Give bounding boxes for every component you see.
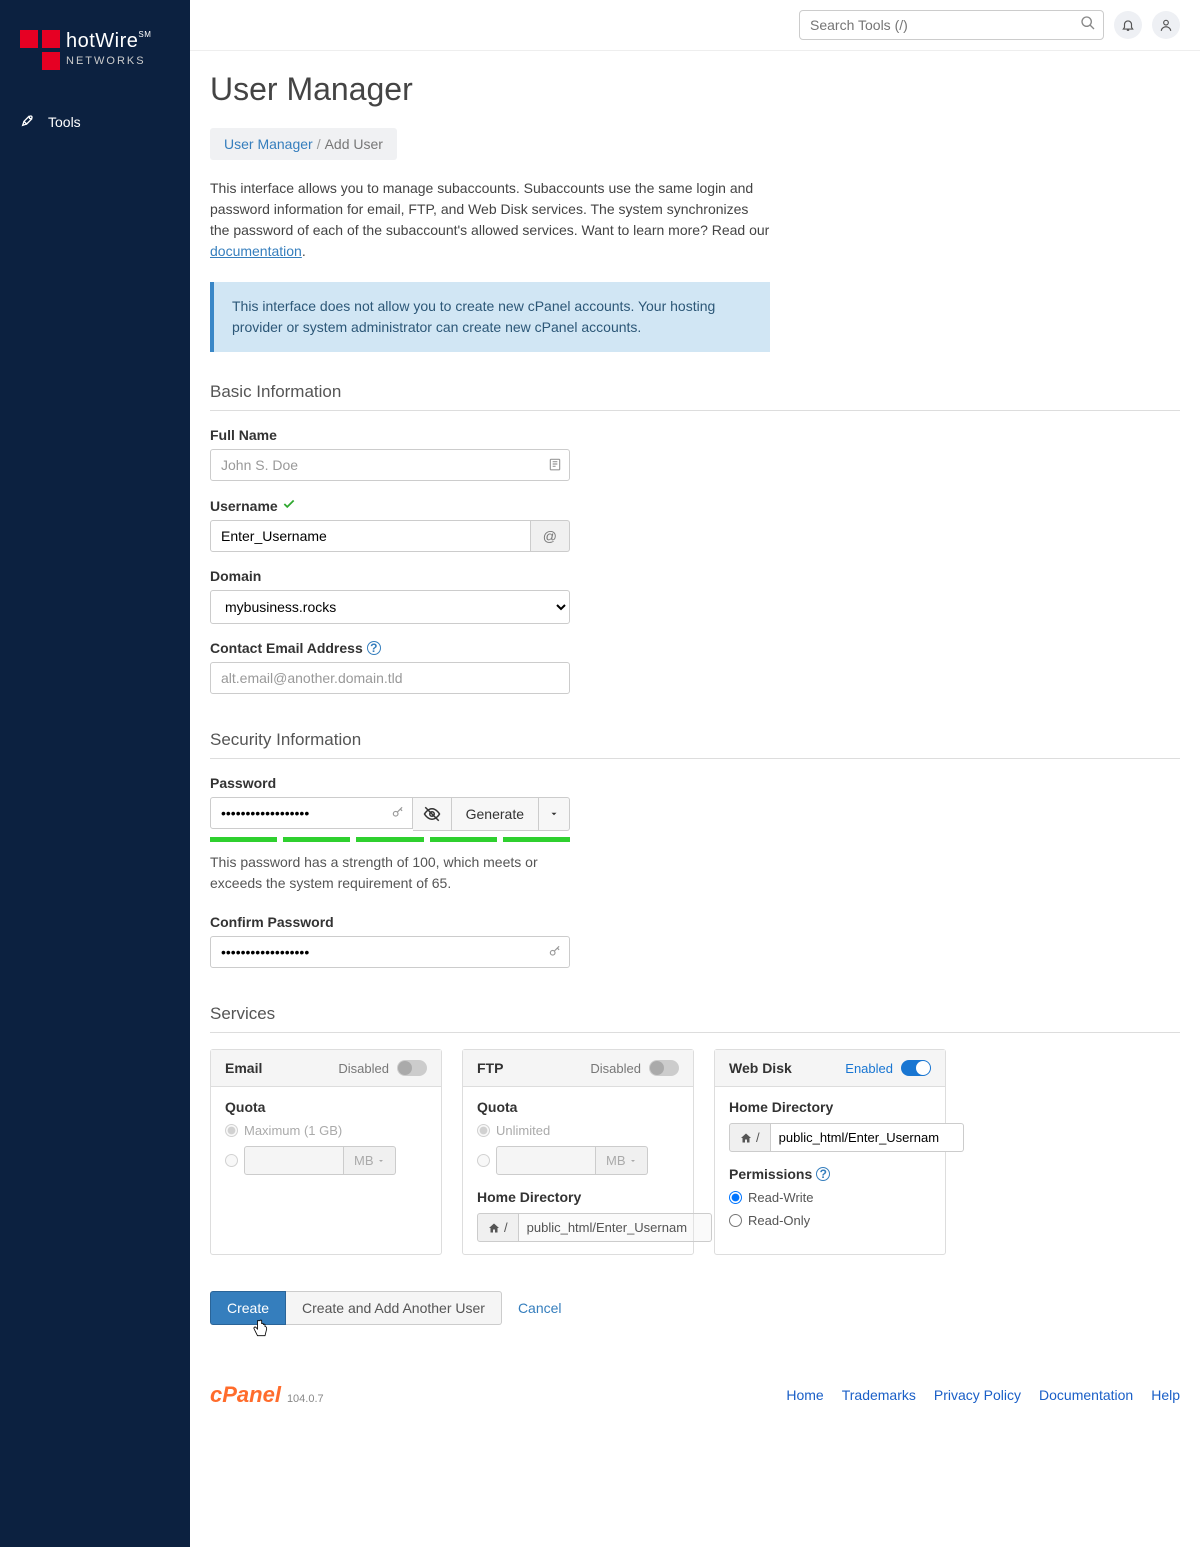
bottom-footer: cPanel 104.0.7 Home Trademarks Privacy P… xyxy=(210,1372,1180,1408)
user-menu-button[interactable] xyxy=(1152,11,1180,39)
domain-label: Domain xyxy=(210,568,570,584)
brand-logo: hotWireSM NETWORKS xyxy=(0,30,190,100)
home-icon xyxy=(740,1132,752,1144)
full-name-label: Full Name xyxy=(210,427,570,443)
password-strength-bar xyxy=(210,837,570,842)
webdisk-home-prefix: / xyxy=(729,1123,771,1152)
caret-down-icon xyxy=(549,809,559,819)
webdisk-perms-label: Permissions xyxy=(729,1166,812,1182)
ftp-home-prefix: / xyxy=(477,1213,519,1242)
email-quota-unit: MB xyxy=(344,1146,396,1175)
username-input[interactable] xyxy=(210,520,531,552)
footer-link-home[interactable]: Home xyxy=(786,1387,823,1403)
ftp-quota-custom-radio xyxy=(477,1154,490,1167)
domain-select[interactable]: mybusiness.rocks xyxy=(210,590,570,624)
ftp-home-input xyxy=(519,1213,712,1242)
search-icon xyxy=(1080,15,1096,34)
help-icon[interactable]: ? xyxy=(367,641,381,655)
password-input[interactable] xyxy=(210,797,413,829)
breadcrumb-current: Add User xyxy=(325,136,383,152)
footer-link-help[interactable]: Help xyxy=(1151,1387,1180,1403)
email-quota-custom-radio xyxy=(225,1154,238,1167)
key-icon xyxy=(391,805,405,822)
ftp-quota-label: Quota xyxy=(477,1099,679,1115)
email-toggle[interactable] xyxy=(397,1060,427,1076)
page-title: User Manager xyxy=(210,71,1180,108)
footer-link-documentation[interactable]: Documentation xyxy=(1039,1387,1133,1403)
webdisk-home-input[interactable] xyxy=(771,1123,964,1152)
topbar xyxy=(190,0,1200,51)
sidebar-item-tools[interactable]: Tools xyxy=(0,100,190,143)
sidebar-item-label: Tools xyxy=(48,114,81,130)
ftp-quota-value-input xyxy=(496,1146,596,1175)
section-basic-title: Basic Information xyxy=(210,382,1180,411)
service-webdisk-status: Enabled xyxy=(845,1061,893,1076)
footer-link-trademarks[interactable]: Trademarks xyxy=(842,1387,916,1403)
info-box: This interface does not allow you to cre… xyxy=(210,282,770,352)
service-card-ftp: FTP Disabled Quota Unlimited xyxy=(462,1049,694,1255)
webdisk-toggle[interactable] xyxy=(901,1060,931,1076)
tools-icon xyxy=(20,112,36,131)
generate-options-button[interactable] xyxy=(539,797,570,831)
confirm-password-label: Confirm Password xyxy=(210,914,570,930)
search-input[interactable] xyxy=(799,10,1104,40)
toggle-password-visibility-button[interactable] xyxy=(413,797,452,831)
caret-down-icon xyxy=(377,1157,385,1165)
intro-text: This interface allows you to manage suba… xyxy=(210,178,770,262)
service-ftp-status: Disabled xyxy=(590,1061,641,1076)
caret-down-icon xyxy=(629,1157,637,1165)
email-quota-value-input xyxy=(244,1146,344,1175)
email-quota-max-radio xyxy=(225,1124,238,1137)
brand-name: hotWire xyxy=(66,30,138,52)
service-card-email: Email Disabled Quota Maximum (1 GB) xyxy=(210,1049,442,1255)
contact-email-input[interactable] xyxy=(210,662,570,694)
contact-email-label: Contact Email Address xyxy=(210,640,363,656)
generate-password-button[interactable]: Generate xyxy=(452,797,539,831)
service-card-webdisk: Web Disk Enabled Home Directory xyxy=(714,1049,946,1255)
footer-link-privacy[interactable]: Privacy Policy xyxy=(934,1387,1021,1403)
password-strength-text: This password has a strength of 100, whi… xyxy=(210,852,570,894)
cpanel-logo: cPanel 104.0.7 xyxy=(210,1382,324,1408)
breadcrumb: User Manager / Add User xyxy=(210,128,397,160)
check-icon xyxy=(282,497,296,514)
sidebar: hotWireSM NETWORKS Tools xyxy=(0,0,190,1547)
service-email-status: Disabled xyxy=(338,1061,389,1076)
user-icon xyxy=(1159,18,1173,32)
home-icon xyxy=(488,1222,500,1234)
service-email-title: Email xyxy=(225,1060,262,1076)
service-webdisk-title: Web Disk xyxy=(729,1060,792,1076)
breadcrumb-link[interactable]: User Manager xyxy=(224,136,313,152)
cursor-pointer-icon xyxy=(250,1317,1200,1344)
ftp-quota-unit: MB xyxy=(596,1146,648,1175)
password-label: Password xyxy=(210,775,570,791)
key-icon xyxy=(548,944,562,961)
webdisk-home-label: Home Directory xyxy=(729,1099,931,1115)
notifications-button[interactable] xyxy=(1114,11,1142,39)
service-ftp-title: FTP xyxy=(477,1060,503,1076)
ftp-home-label: Home Directory xyxy=(477,1189,679,1205)
main-content: User Manager User Manager / Add User Thi… xyxy=(190,0,1200,1547)
username-label: Username xyxy=(210,498,278,514)
email-quota-label: Quota xyxy=(225,1099,427,1115)
eye-slash-icon xyxy=(423,805,441,823)
bell-icon xyxy=(1121,18,1135,32)
help-icon[interactable]: ? xyxy=(816,1167,830,1181)
ftp-toggle[interactable] xyxy=(649,1060,679,1076)
brand-subtitle: NETWORKS xyxy=(66,55,151,67)
webdisk-perm-ro-radio[interactable] xyxy=(729,1214,742,1227)
webdisk-perm-rw-radio[interactable] xyxy=(729,1191,742,1204)
documentation-link[interactable]: documentation xyxy=(210,243,302,259)
section-services-title: Services xyxy=(210,1004,1180,1033)
full-name-input[interactable] xyxy=(210,449,570,481)
at-addon[interactable]: @ xyxy=(531,520,570,552)
ftp-quota-unlimited-radio xyxy=(477,1124,490,1137)
confirm-password-input[interactable] xyxy=(210,936,570,968)
section-security-title: Security Information xyxy=(210,730,1180,759)
contact-card-icon xyxy=(548,457,562,474)
